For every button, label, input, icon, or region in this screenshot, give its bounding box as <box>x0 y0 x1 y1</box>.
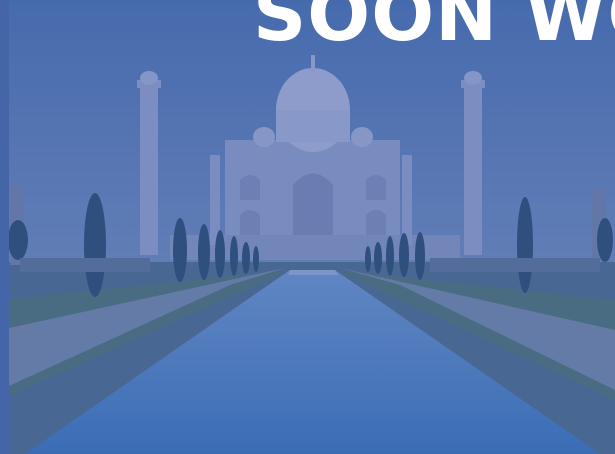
hero-banner: SOON WO <box>0 0 615 454</box>
left-edge-strip <box>0 0 9 454</box>
hero-headline: SOON WO <box>253 0 615 58</box>
taj-mahal-photo <box>0 0 615 454</box>
